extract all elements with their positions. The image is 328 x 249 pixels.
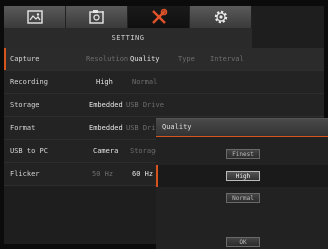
popup-option-normal[interactable]: Normal [156,187,328,209]
popup-title: Quality [156,119,328,137]
option-high[interactable]: High [96,71,113,93]
ok-button[interactable]: OK [226,237,260,247]
tab-settings[interactable] [190,6,252,28]
option-interval[interactable]: Interval [210,48,244,70]
popup-option-finest[interactable]: Finest [156,143,328,165]
quality-popup: Quality Finest High Normal OK [156,118,328,249]
tab-camera[interactable] [66,6,128,28]
option-quality[interactable]: Quality [130,48,160,70]
tab-bar [4,6,252,28]
option-embedded[interactable]: Embedded [89,117,123,139]
option-50hz[interactable]: 50 Hz [92,163,113,185]
row-label: Capture [10,55,40,63]
section-title: SETTING [4,28,252,48]
row-label: Storage [10,101,40,109]
option-camera[interactable]: Camera [93,140,118,162]
option-normal[interactable]: Normal [132,71,157,93]
popup-option-high[interactable]: High [156,165,328,187]
camera-icon [88,9,106,25]
option-usb-drive[interactable]: USB Drive [126,94,164,116]
gear-icon [212,8,230,26]
row-label: USB to PC [10,147,48,155]
tools-icon [150,8,168,26]
option-type[interactable]: Type [178,48,195,70]
high-button[interactable]: High [226,171,260,181]
settings-row-storage[interactable]: Storage Embedded USB Drive [4,94,324,117]
row-label: Flicker [10,170,40,178]
normal-button[interactable]: Normal [226,193,260,203]
tab-image[interactable] [4,6,66,28]
option-embedded[interactable]: Embedded [89,94,123,116]
image-icon [26,10,43,24]
tab-tools[interactable] [128,6,190,28]
row-label: Format [10,124,36,132]
finest-button[interactable]: Finest [226,149,260,159]
option-resolution[interactable]: Resolution [86,48,128,70]
option-60hz[interactable]: 60 Hz [132,163,153,185]
settings-row-recording[interactable]: Recording High Normal [4,71,324,94]
settings-row-capture[interactable]: Capture Resolution Quality Type Interval [4,48,324,71]
row-label: Recording [10,78,48,86]
